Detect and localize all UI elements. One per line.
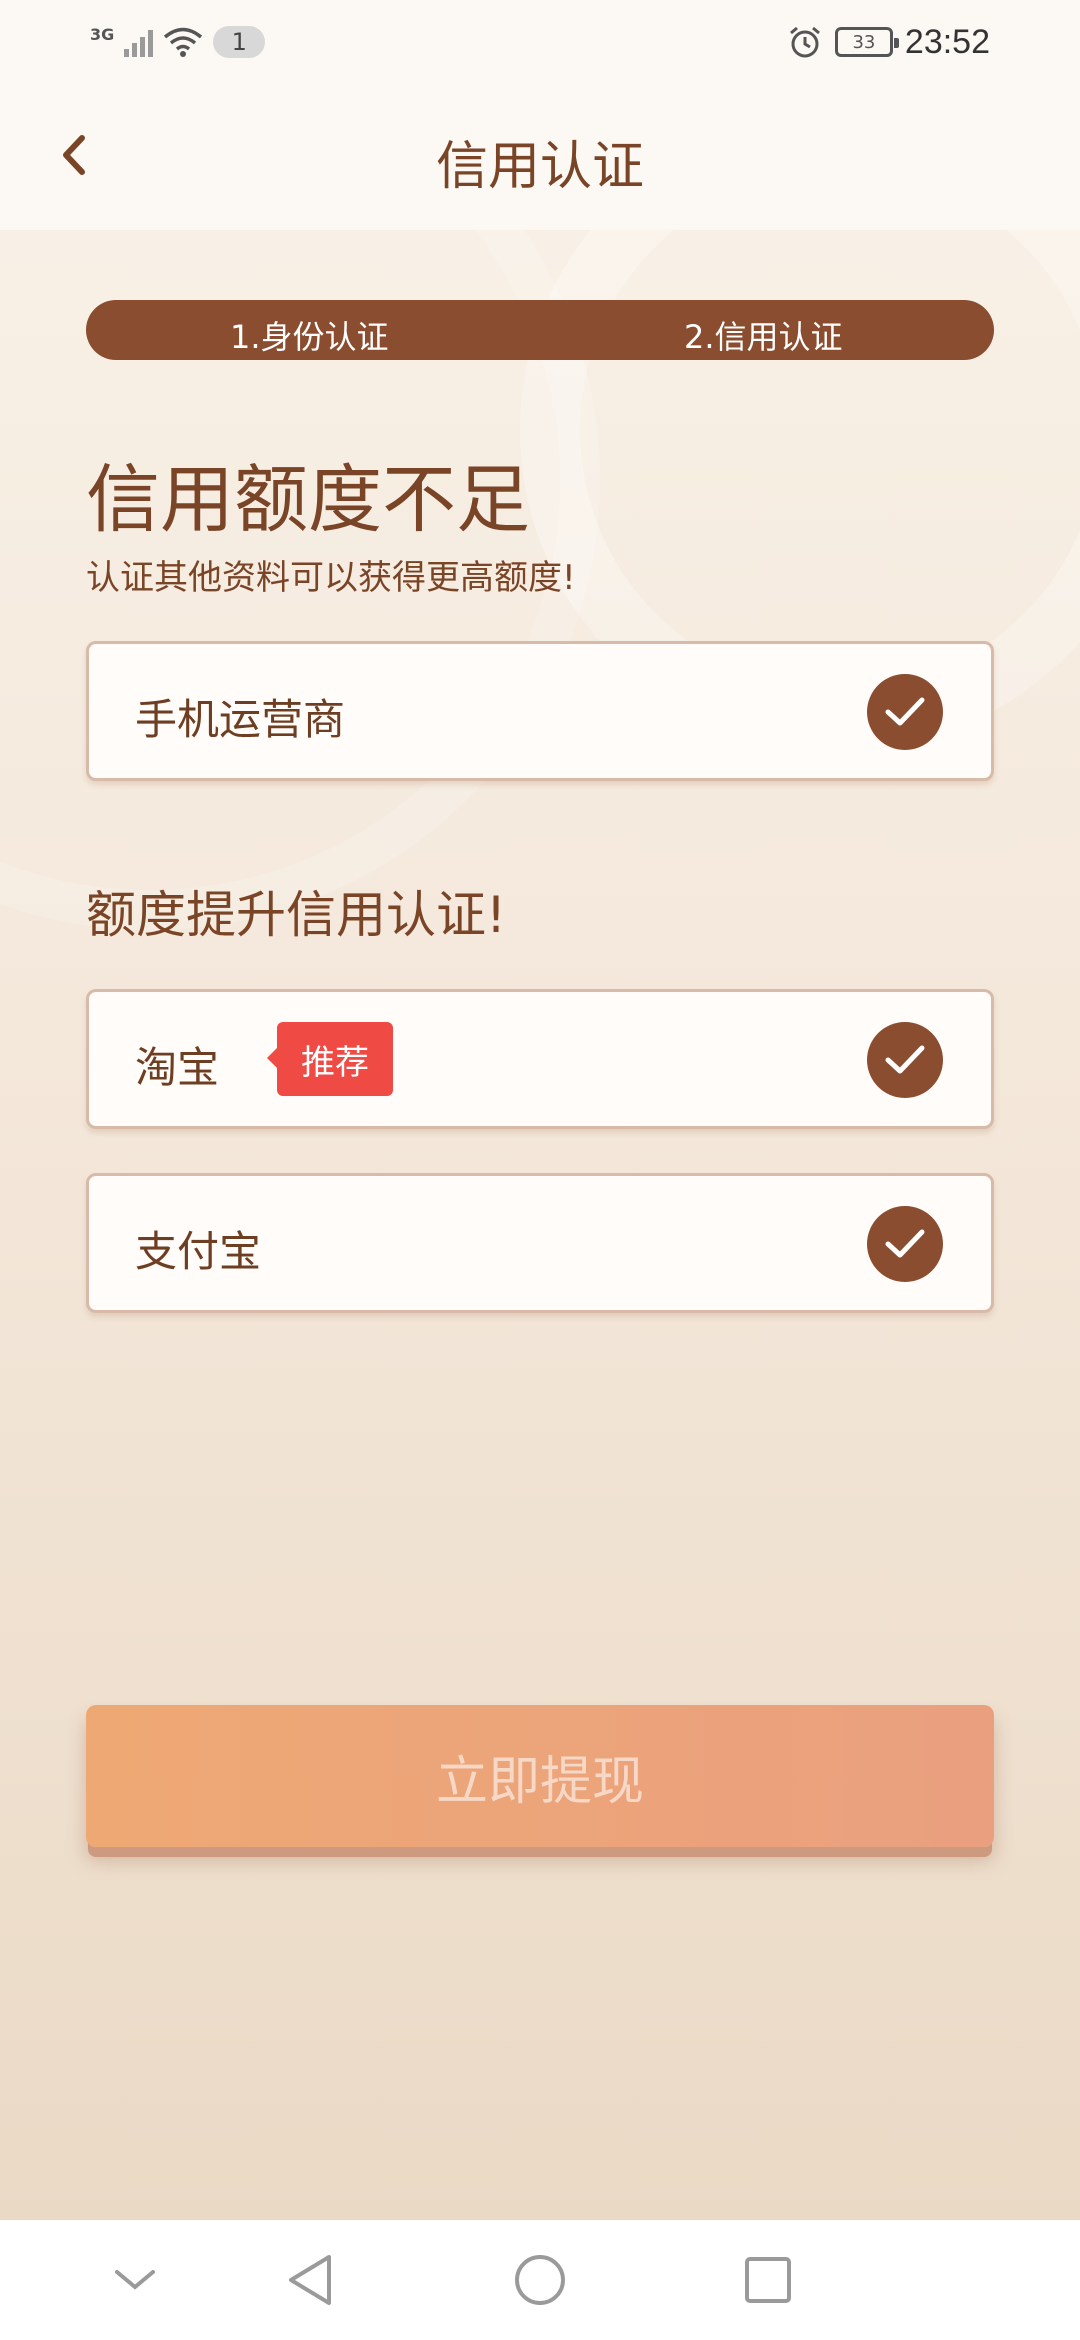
alarm-icon xyxy=(789,26,820,58)
status-right: 33 23:52 xyxy=(787,20,990,64)
withdraw-button[interactable]: 立即提现 xyxy=(86,1705,994,1847)
checkmark-icon xyxy=(867,1022,943,1098)
step-credit: 2.信用认证 xyxy=(684,318,843,356)
main-content: 1.身份认证 2.信用认证 信用额度不足 认证其他资料可以获得更高额度! 手机运… xyxy=(0,230,1080,2220)
clock: 23:52 xyxy=(904,22,990,61)
header: 信用认证 xyxy=(0,84,1080,230)
checkmark-icon xyxy=(867,674,943,750)
back-triangle-icon xyxy=(289,2255,331,2305)
signal-icon xyxy=(124,27,154,57)
subheadline: 认证其他资料可以获得更高额度! xyxy=(86,558,576,598)
status-bar: 3G 1 33 23:52 xyxy=(0,0,1080,84)
step-progress-bar: 1.身份认证 2.信用认证 xyxy=(86,300,994,360)
page-title: 信用认证 xyxy=(435,137,644,197)
chevron-down-icon xyxy=(115,2270,155,2290)
card-label: 淘宝 xyxy=(135,1043,220,1092)
wifi-icon xyxy=(164,27,203,57)
recents-square-icon xyxy=(745,2257,791,2303)
alipay-card[interactable]: 支付宝 xyxy=(86,1173,994,1313)
headline: 信用额度不足 xyxy=(86,457,530,543)
battery-level: 33 xyxy=(852,31,876,53)
checkmark-icon xyxy=(867,1206,943,1282)
taobao-card[interactable]: 淘宝 推荐 xyxy=(86,989,994,1129)
step-identity: 1.身份认证 xyxy=(230,318,389,356)
battery-icon: 33 xyxy=(834,27,899,57)
nav-home-button[interactable] xyxy=(510,2250,570,2310)
mobile-carrier-card[interactable]: 手机运营商 xyxy=(86,641,994,781)
card-label: 支付宝 xyxy=(135,1227,262,1276)
network-type: 3G xyxy=(90,24,115,44)
nav-recents-button[interactable] xyxy=(738,2250,798,2310)
home-circle-icon xyxy=(515,2255,565,2305)
nav-back-button[interactable] xyxy=(280,2250,340,2310)
nav-hide-button[interactable] xyxy=(105,2250,165,2310)
system-nav-bar xyxy=(0,2220,1080,2340)
card-label: 手机运营商 xyxy=(135,695,346,744)
notification-count-badge: 1 xyxy=(213,26,266,58)
section-title: 额度提升信用认证! xyxy=(86,886,507,944)
status-left: 3G 1 xyxy=(90,20,266,64)
recommend-badge: 推荐 xyxy=(267,1022,393,1096)
